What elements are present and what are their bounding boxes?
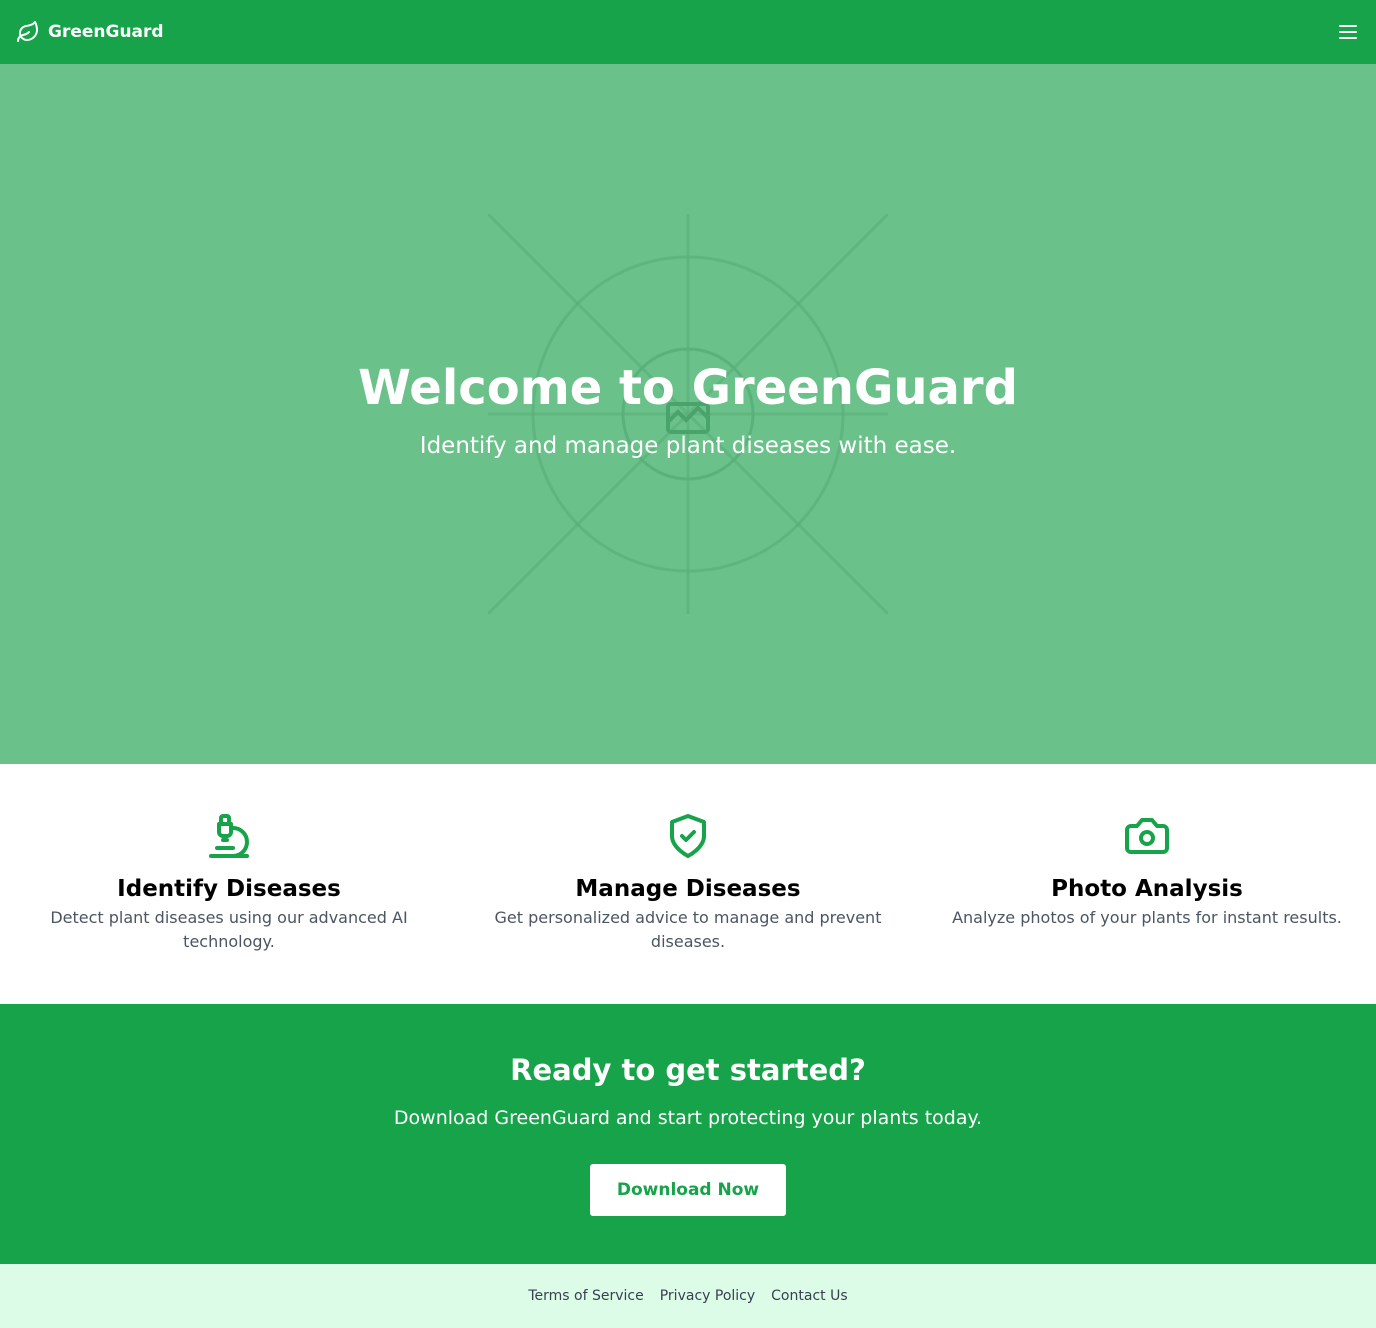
feature-manage-diseases: Manage Diseases Get personalized advice … <box>488 812 888 954</box>
footer: Terms of Service Privacy Policy Contact … <box>0 1264 1376 1328</box>
feature-identify-diseases: Identify Diseases Detect plant diseases … <box>29 812 429 954</box>
feature-title: Photo Analysis <box>1051 876 1243 902</box>
hamburger-menu-icon[interactable] <box>1336 20 1360 44</box>
leaf-icon <box>16 20 40 44</box>
features-section: Identify Diseases Detect plant diseases … <box>0 764 1376 1004</box>
top-nav-bar: GreenGuard <box>0 0 1376 64</box>
feature-description: Analyze photos of your plants for instan… <box>952 908 1342 927</box>
privacy-policy-link[interactable]: Privacy Policy <box>660 1288 755 1304</box>
cta-description: Download GreenGuard and start protecting… <box>393 1107 983 1129</box>
contact-us-link[interactable]: Contact Us <box>771 1288 847 1304</box>
download-now-button[interactable]: Download Now <box>590 1164 786 1216</box>
hero-subtitle: Identify and manage plant diseases with … <box>419 433 957 459</box>
cta-title: Ready to get started? <box>510 1053 866 1087</box>
feature-description: Detect plant diseases using our advanced… <box>50 908 408 951</box>
feature-title: Manage Diseases <box>575 876 801 902</box>
shield-check-icon <box>670 814 706 858</box>
hero-title: Welcome to GreenGuard <box>358 360 1018 416</box>
feature-title: Identify Diseases <box>117 876 341 902</box>
hero-section: Welcome to GreenGuard Identify and manag… <box>0 64 1376 764</box>
cta-section: Ready to get started? Download GreenGuar… <box>0 1004 1376 1264</box>
brand-name: GreenGuard <box>48 22 164 42</box>
camera-icon <box>1125 818 1169 854</box>
feature-photo-analysis: Photo Analysis Analyze photos of your pl… <box>947 812 1347 930</box>
feature-description: Get personalized advice to manage and pr… <box>494 908 882 951</box>
microscope-icon <box>209 814 249 858</box>
terms-of-service-link[interactable]: Terms of Service <box>528 1288 643 1304</box>
brand-link[interactable]: GreenGuard <box>16 20 164 44</box>
